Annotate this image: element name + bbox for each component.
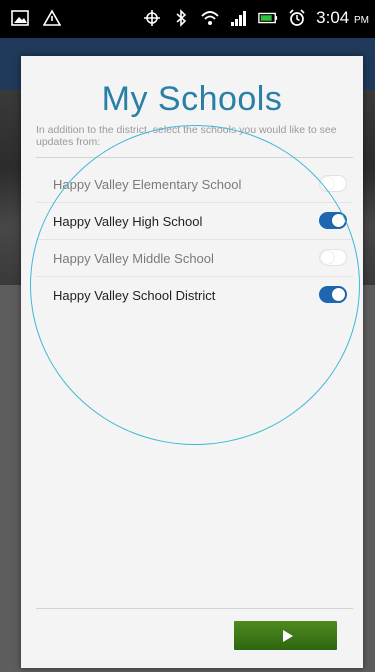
school-name: Happy Valley High School [53, 213, 203, 229]
divider [36, 608, 353, 609]
instructions-text: In addition to the district, select the … [36, 124, 337, 148]
next-button[interactable] [234, 621, 337, 650]
play-icon [282, 629, 293, 642]
my-schools-dialog: My Schools In addition to the district, … [21, 56, 363, 668]
status-bar: 3:04 PM [0, 0, 375, 38]
school-row[interactable]: Happy Valley School District [36, 277, 353, 313]
gps-icon [142, 8, 162, 28]
divider [36, 157, 353, 158]
gallery-icon [10, 8, 30, 28]
warning-icon [42, 8, 62, 28]
school-toggle[interactable] [319, 212, 347, 229]
school-list: Happy Valley Elementary School Happy Val… [36, 166, 353, 313]
school-row[interactable]: Happy Valley Middle School [36, 240, 353, 277]
school-name: Happy Valley Middle School [53, 250, 214, 266]
school-name: Happy Valley Elementary School [53, 176, 242, 192]
signal-icon [229, 8, 249, 28]
page-title: My Schools [101, 80, 283, 118]
school-toggle[interactable] [319, 286, 347, 303]
school-row[interactable]: Happy Valley Elementary School [36, 166, 353, 203]
wifi-icon [200, 8, 220, 28]
school-toggle[interactable] [319, 249, 347, 266]
bluetooth-icon [171, 8, 191, 28]
battery-icon [258, 8, 278, 28]
school-name: Happy Valley School District [53, 287, 216, 303]
status-time: 3:04 PM [316, 8, 369, 27]
school-row[interactable]: Happy Valley High School [36, 203, 353, 240]
alarm-icon [287, 8, 307, 28]
school-toggle[interactable] [319, 175, 347, 192]
